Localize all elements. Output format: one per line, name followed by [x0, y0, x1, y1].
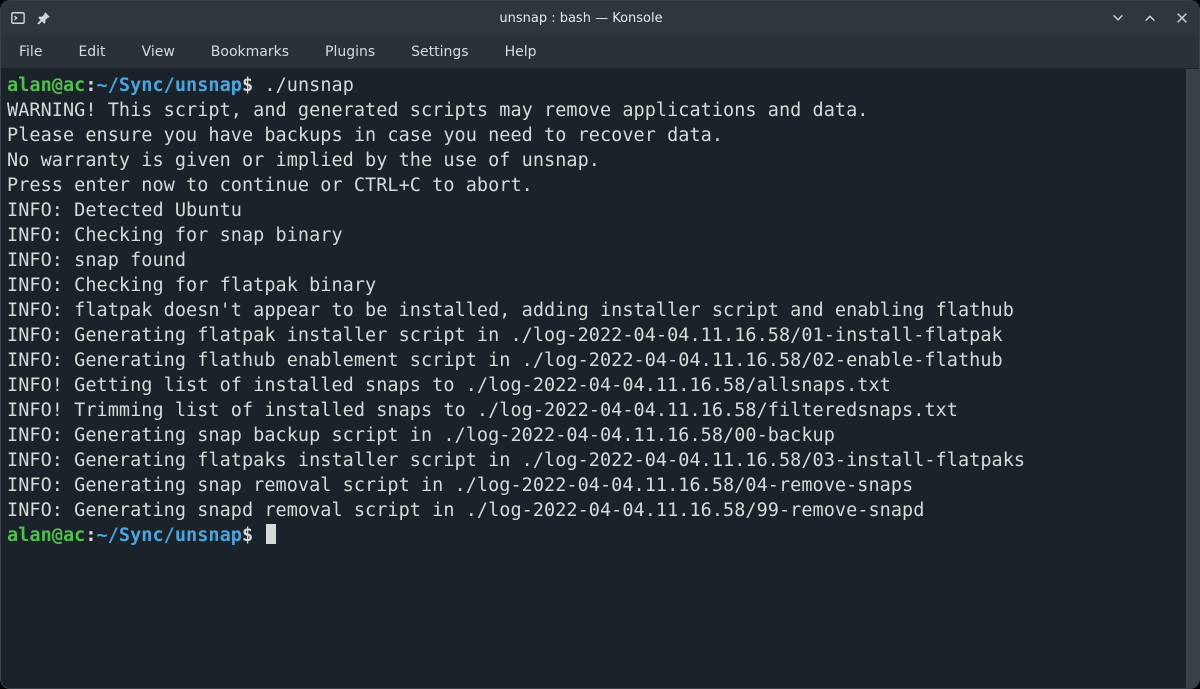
prompt-dollar: $ [242, 525, 253, 546]
minimize-icon[interactable] [1111, 11, 1125, 25]
terminal-line: INFO: Checking for snap binary [7, 225, 343, 246]
menubar: File Edit View Bookmarks Plugins Setting… [1, 35, 1199, 69]
prompt-path: ~/Sync/unsnap [97, 75, 242, 96]
close-icon[interactable] [1175, 11, 1189, 25]
prompt-user: alan@ac [7, 525, 85, 546]
scrollbar[interactable] [1185, 69, 1199, 688]
menu-plugins[interactable]: Plugins [321, 40, 379, 64]
prompt-path: ~/Sync/unsnap [97, 525, 242, 546]
terminal-line: INFO! Trimming list of installed snaps t… [7, 400, 958, 421]
terminal[interactable]: alan@ac:~/Sync/unsnap$ ./unsnap WARNING!… [1, 69, 1185, 688]
titlebar[interactable]: unsnap : bash — Konsole [1, 1, 1199, 35]
terminal-cursor [266, 524, 276, 544]
terminal-line: WARNING! This script, and generated scri… [7, 100, 868, 121]
maximize-icon[interactable] [1143, 11, 1157, 25]
terminal-line: INFO: Generating snap removal script in … [7, 475, 913, 496]
terminal-line: INFO: Generating flatpak installer scrip… [7, 325, 1003, 346]
terminal-line: INFO: Generating flatpaks installer scri… [7, 450, 1025, 471]
prompt-command: ./unsnap [264, 75, 354, 96]
menu-view[interactable]: View [138, 40, 179, 64]
prompt-dollar: $ [242, 75, 253, 96]
terminal-line: INFO: snap found [7, 250, 186, 271]
terminal-line: INFO: Checking for flatpak binary [7, 275, 376, 296]
terminal-line: INFO! Getting list of installed snaps to… [7, 375, 891, 396]
konsole-window: unsnap : bash — Konsole File Edit View [0, 0, 1200, 689]
terminal-line: Press enter now to continue or CTRL+C to… [7, 175, 533, 196]
menu-file[interactable]: File [15, 40, 46, 64]
prompt-sep: : [85, 525, 96, 546]
window-title: unsnap : bash — Konsole [51, 11, 1111, 26]
terminal-line: No warranty is given or implied by the u… [7, 150, 600, 171]
terminal-line: INFO: Detected Ubuntu [7, 200, 242, 221]
menu-help[interactable]: Help [501, 40, 541, 64]
pin-icon[interactable] [37, 11, 51, 25]
scrollbar-thumb[interactable] [1186, 69, 1199, 688]
terminal-line: Please ensure you have backups in case y… [7, 125, 723, 146]
terminal-line: INFO: Generating snap backup script in .… [7, 425, 835, 446]
menu-settings[interactable]: Settings [407, 40, 472, 64]
terminal-line: INFO: flatpak doesn't appear to be insta… [7, 300, 1014, 321]
terminal-line: INFO: Generating flathub enablement scri… [7, 350, 1003, 371]
terminal-app-icon [11, 11, 25, 25]
prompt-user: alan@ac [7, 75, 85, 96]
terminal-line: INFO: Generating snapd removal script in… [7, 500, 924, 521]
menu-edit[interactable]: Edit [74, 40, 109, 64]
terminal-wrap: alan@ac:~/Sync/unsnap$ ./unsnap WARNING!… [1, 69, 1199, 688]
menu-bookmarks[interactable]: Bookmarks [207, 40, 293, 64]
prompt-sep: : [85, 75, 96, 96]
